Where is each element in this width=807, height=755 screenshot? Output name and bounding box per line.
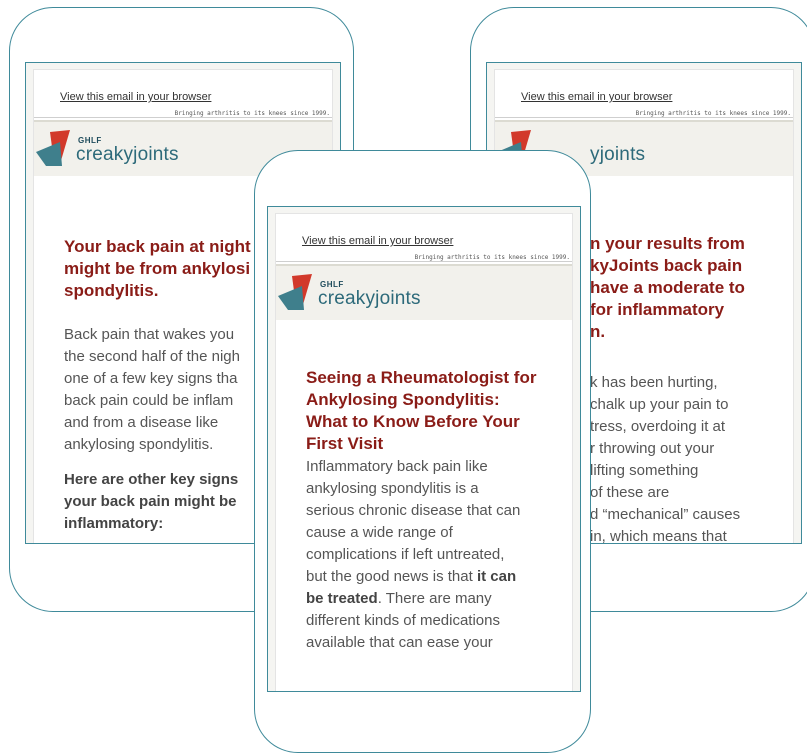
- body-line: available that can ease your: [306, 634, 493, 651]
- brand-name: yjoints: [590, 144, 646, 165]
- phone-mockup-center: View this email in your browser Bringing…: [254, 150, 591, 753]
- body-text: . There are many: [377, 590, 492, 607]
- body-line: r throwing out your: [590, 440, 715, 457]
- body-line: complications if left untreated,: [306, 546, 505, 563]
- view-in-browser-link[interactable]: View this email in your browser: [60, 91, 211, 103]
- brand-name: creakyjoints: [318, 288, 421, 309]
- body-paragraph: Inflammatory back pain like ankylosing s…: [306, 456, 520, 654]
- body-line: and from a disease like: [64, 414, 219, 431]
- headline: Seeing a Rheumatologist for Ankylosing S…: [306, 367, 536, 455]
- header-divider: [276, 261, 572, 262]
- body-line: cause a wide range of: [306, 524, 453, 541]
- headline-line: might be from ankylosi: [64, 259, 251, 278]
- body-line: ankylosing spondylitis.: [64, 436, 214, 453]
- body-line: tress, overdoing it at: [590, 418, 726, 435]
- body-line: but the good news is that it can: [306, 566, 520, 588]
- subheading-line: inflammatory:: [64, 515, 164, 532]
- body-line: d “mechanical” causes: [590, 506, 741, 523]
- header-divider: [34, 117, 332, 118]
- body-line: back pain could be inflam: [64, 392, 234, 409]
- headline-line: Your back pain at night: [64, 237, 251, 256]
- creakyjoints-logo-icon: [36, 130, 70, 166]
- headline-line: n.: [590, 322, 606, 341]
- subheading-line: your back pain might be: [64, 493, 237, 510]
- body-emphasis: it can: [476, 568, 517, 585]
- brand-name: creakyjoints: [76, 144, 179, 165]
- body-line: the second half of the nigh: [64, 348, 240, 365]
- headline-line: have a moderate to: [590, 278, 745, 297]
- body-line: chalk up your pain to: [590, 396, 729, 413]
- body-line: ankylosing spondylitis is a: [306, 480, 479, 497]
- body-line: be treated. There are many: [306, 588, 520, 610]
- body-text: but the good news is that: [306, 568, 477, 585]
- subheading-line: Here are other key signs: [64, 471, 239, 488]
- body-paragraph: k has been hurting, chalk up your pain t…: [590, 372, 740, 543]
- subheading: Here are other key signs your back pain …: [64, 469, 238, 535]
- body-line: k has been hurting,: [590, 374, 718, 391]
- body-line: in, which means that: [590, 528, 727, 543]
- headline-line: Ankylosing Spondylitis:: [306, 390, 500, 409]
- body-line: lifting something: [590, 462, 699, 479]
- headline-line: spondylitis.: [64, 281, 159, 300]
- headline-line: Seeing a Rheumatologist for: [306, 368, 537, 387]
- headline-line: n your results from: [590, 234, 745, 253]
- headline: n your results from kyJoints back pain h…: [590, 233, 745, 343]
- body-line: Inflammatory back pain like: [306, 458, 488, 475]
- body-emphasis: be treated: [306, 590, 378, 607]
- header-divider: [495, 117, 793, 118]
- phone-screen-center: View this email in your browser Bringing…: [267, 206, 581, 692]
- body-line: of these are: [590, 484, 670, 501]
- tagline: Bringing arthritis to its knees since 19…: [174, 110, 330, 117]
- headline-line: What to Know Before Your: [306, 412, 520, 431]
- brand-bar: GHLF creakyjoints: [276, 264, 572, 320]
- tagline: Bringing arthritis to its knees since 19…: [414, 254, 570, 261]
- email-sheet-center: View this email in your browser Bringing…: [275, 213, 573, 691]
- body-paragraph: Back pain that wakes you the second half…: [64, 324, 240, 456]
- creakyjoints-logo-icon: [278, 274, 312, 310]
- headline-line: for inflammatory: [590, 300, 725, 319]
- body-line: one of a few key signs tha: [64, 370, 238, 387]
- headline-line: First Visit: [306, 434, 384, 453]
- tagline: Bringing arthritis to its knees since 19…: [635, 110, 791, 117]
- headline-line: kyJoints back pain: [590, 256, 743, 275]
- view-in-browser-link[interactable]: View this email in your browser: [521, 91, 672, 103]
- view-in-browser-link[interactable]: View this email in your browser: [302, 235, 453, 247]
- body-line: serious chronic disease that can: [306, 502, 521, 519]
- headline: Your back pain at night might be from an…: [64, 236, 251, 302]
- body-line: Back pain that wakes you: [64, 326, 235, 343]
- body-line: different kinds of medications: [306, 612, 500, 629]
